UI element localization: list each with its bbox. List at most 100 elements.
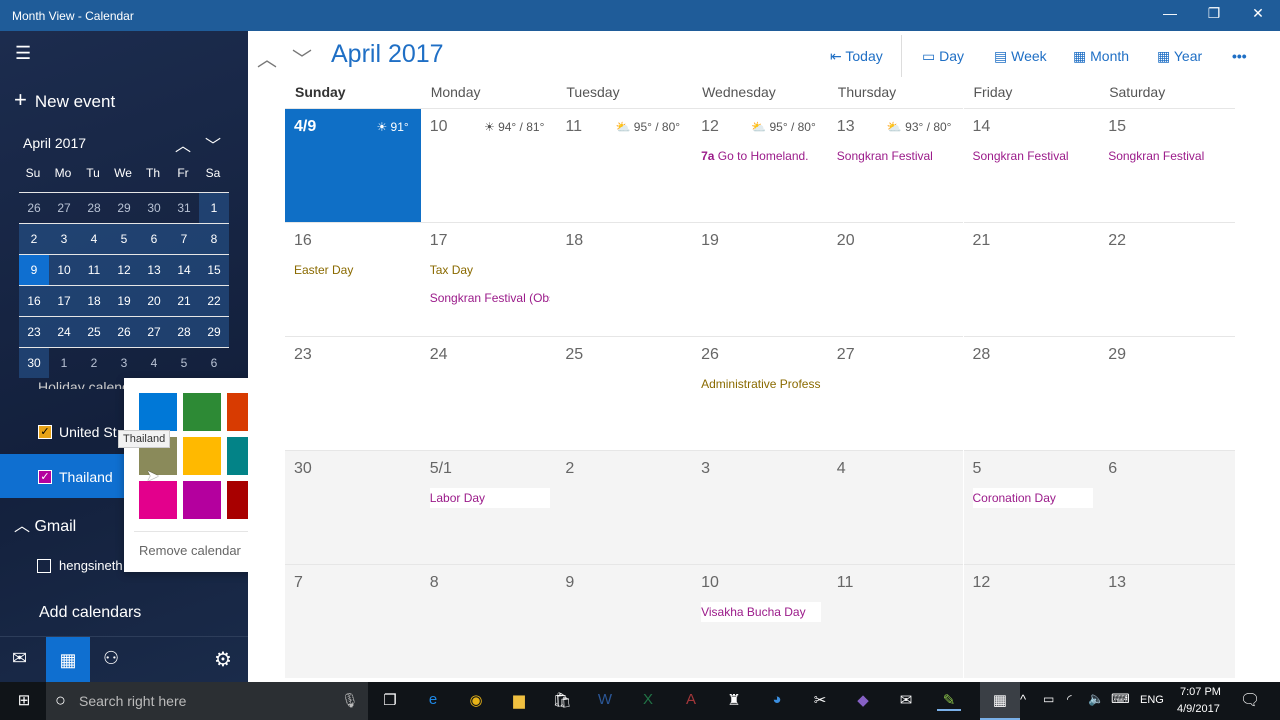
- mini-day[interactable]: 1: [49, 347, 79, 378]
- mini-day[interactable]: 5: [109, 223, 139, 254]
- mini-prev-month-chevron-up-icon[interactable]: ︿: [175, 132, 191, 156]
- day-cell[interactable]: 27: [827, 336, 964, 450]
- mini-day[interactable]: 5: [169, 347, 199, 378]
- mini-day[interactable]: 13: [139, 254, 169, 285]
- language-indicator[interactable]: ENG: [1140, 694, 1164, 706]
- access-icon[interactable]: A: [679, 691, 703, 711]
- day-cell[interactable]: 22: [1099, 222, 1235, 336]
- mini-day[interactable]: 6: [139, 223, 169, 254]
- day-cell[interactable]: 9: [556, 564, 693, 678]
- event-item[interactable]: 7a Go to Homeland.: [701, 149, 821, 163]
- day-cell[interactable]: 24: [420, 336, 557, 450]
- day-cell[interactable]: 29: [1099, 336, 1235, 450]
- calendar-icon[interactable]: ▦: [980, 682, 1020, 720]
- task-view-icon[interactable]: ❐: [378, 691, 402, 711]
- mini-day[interactable]: 10: [49, 254, 79, 285]
- mini-day[interactable]: 30: [139, 192, 169, 223]
- mini-day[interactable]: 28: [169, 316, 199, 347]
- mini-next-month-chevron-down-icon[interactable]: ﹀: [205, 132, 221, 156]
- mini-day[interactable]: 26: [19, 192, 49, 223]
- microphone-icon[interactable]: 🎙: [341, 692, 359, 709]
- chrome-icon[interactable]: ◉: [464, 691, 488, 711]
- clock-date[interactable]: 4/9/2017: [1177, 703, 1220, 715]
- mini-day[interactable]: 26: [109, 316, 139, 347]
- day-cell[interactable]: 13: [1099, 564, 1235, 678]
- add-calendars-link[interactable]: Add calendars: [39, 604, 141, 622]
- mini-day[interactable]: 19: [109, 285, 139, 316]
- week-view-button[interactable]: ▤ Week: [994, 48, 1047, 65]
- event-item[interactable]: Visakha Bucha Day: [701, 602, 822, 622]
- day-cell[interactable]: 11: [827, 564, 964, 678]
- mini-day[interactable]: 25: [79, 316, 109, 347]
- mini-day[interactable]: 7: [169, 223, 199, 254]
- mail-icon[interactable]: ✉: [894, 691, 918, 711]
- close-button[interactable]: ✕: [1243, 5, 1273, 22]
- word-icon[interactable]: W: [593, 691, 617, 711]
- day-cell[interactable]: 13 ⛅ 93° / 80° Songkran Festival: [827, 108, 964, 222]
- mini-day[interactable]: 29: [109, 192, 139, 223]
- event-item[interactable]: Songkran Festival: [837, 149, 957, 163]
- day-cell[interactable]: 4: [827, 450, 964, 564]
- day-cell[interactable]: 10 Visakha Bucha Day: [692, 564, 828, 678]
- mini-day[interactable]: 1: [199, 192, 229, 223]
- tools-icon[interactable]: ✂: [808, 691, 832, 711]
- day-cell[interactable]: 19: [692, 222, 828, 336]
- mini-day[interactable]: 2: [79, 347, 109, 378]
- store-icon[interactable]: 🛍: [550, 691, 574, 711]
- more-options-icon[interactable]: •••: [1232, 48, 1247, 64]
- checkbox-checked-icon[interactable]: ✓: [38, 425, 52, 439]
- mini-day[interactable]: 16: [19, 285, 49, 316]
- mini-day[interactable]: 29: [199, 316, 229, 347]
- day-cell[interactable]: 8: [420, 564, 557, 678]
- event-item[interactable]: Songkran Festival: [1108, 149, 1228, 163]
- search-box[interactable]: ○ Search right here 🎙: [46, 682, 368, 720]
- month-view-button[interactable]: ▦ Month: [1073, 48, 1129, 65]
- event-item[interactable]: Songkran Festival: [973, 149, 1093, 163]
- day-cell[interactable]: 12 ⛅ 95° / 80° 7a Go to Homeland.: [692, 108, 828, 222]
- day-view-button[interactable]: ▭ Day: [922, 48, 964, 65]
- mini-day[interactable]: 8: [199, 223, 229, 254]
- hamburger-menu-icon[interactable]: ☰: [15, 43, 31, 64]
- mini-day[interactable]: 11: [79, 254, 109, 285]
- mini-day[interactable]: 2: [19, 223, 49, 254]
- show-hidden-icons-chevron-icon[interactable]: ^: [1020, 692, 1026, 707]
- color-swatch[interactable]: [139, 481, 177, 519]
- day-cell[interactable]: 10 ☀ 94° / 81°: [420, 108, 557, 222]
- edge-icon[interactable]: e: [421, 691, 445, 711]
- settings-gear-icon[interactable]: ⚙: [214, 647, 232, 672]
- start-windows-icon[interactable]: ⊞: [12, 691, 36, 711]
- event-item[interactable]: Administrative Professi: [701, 377, 821, 391]
- color-swatch[interactable]: [139, 393, 177, 431]
- day-cell[interactable]: 30: [285, 450, 421, 564]
- year-view-button[interactable]: ▦ Year: [1157, 48, 1202, 65]
- day-cell[interactable]: 18: [556, 222, 693, 336]
- mini-day[interactable]: 24: [49, 316, 79, 347]
- mini-day[interactable]: 30: [19, 347, 49, 378]
- clock-time[interactable]: 7:07 PM: [1180, 686, 1221, 698]
- calendar-icon[interactable]: ▦: [46, 637, 90, 683]
- event-item[interactable]: Songkran Festival (Obs: [430, 291, 550, 305]
- day-cell[interactable]: 4/9 ☀ 91°: [285, 108, 421, 222]
- mini-day[interactable]: 20: [139, 285, 169, 316]
- app-icon[interactable]: ♜: [722, 691, 746, 711]
- event-item[interactable]: Tax Day: [430, 263, 550, 277]
- mini-day[interactable]: 31: [169, 192, 199, 223]
- mini-day[interactable]: 12: [109, 254, 139, 285]
- day-cell[interactable]: 5/1 Labor Day: [420, 450, 557, 564]
- keyboard-icon[interactable]: ⌨: [1111, 691, 1130, 707]
- volume-icon[interactable]: 🔈: [1088, 691, 1104, 707]
- mini-day[interactable]: 4: [79, 223, 109, 254]
- day-cell[interactable]: 14 Songkran Festival: [963, 108, 1100, 222]
- day-cell[interactable]: 21: [963, 222, 1100, 336]
- mini-day[interactable]: 3: [109, 347, 139, 378]
- mini-day[interactable]: 28: [79, 192, 109, 223]
- mini-day[interactable]: 23: [19, 316, 49, 347]
- day-cell[interactable]: 3: [692, 450, 828, 564]
- day-cell[interactable]: 5 Coronation Day: [963, 450, 1100, 564]
- day-cell[interactable]: 26 Administrative Professi: [692, 336, 828, 450]
- mini-day[interactable]: 15: [199, 254, 229, 285]
- wifi-icon[interactable]: ◜: [1067, 692, 1072, 706]
- minimize-button[interactable]: —: [1155, 5, 1185, 21]
- battery-icon[interactable]: ▭: [1043, 692, 1054, 706]
- checkbox-checked-icon[interactable]: ✓: [38, 470, 52, 484]
